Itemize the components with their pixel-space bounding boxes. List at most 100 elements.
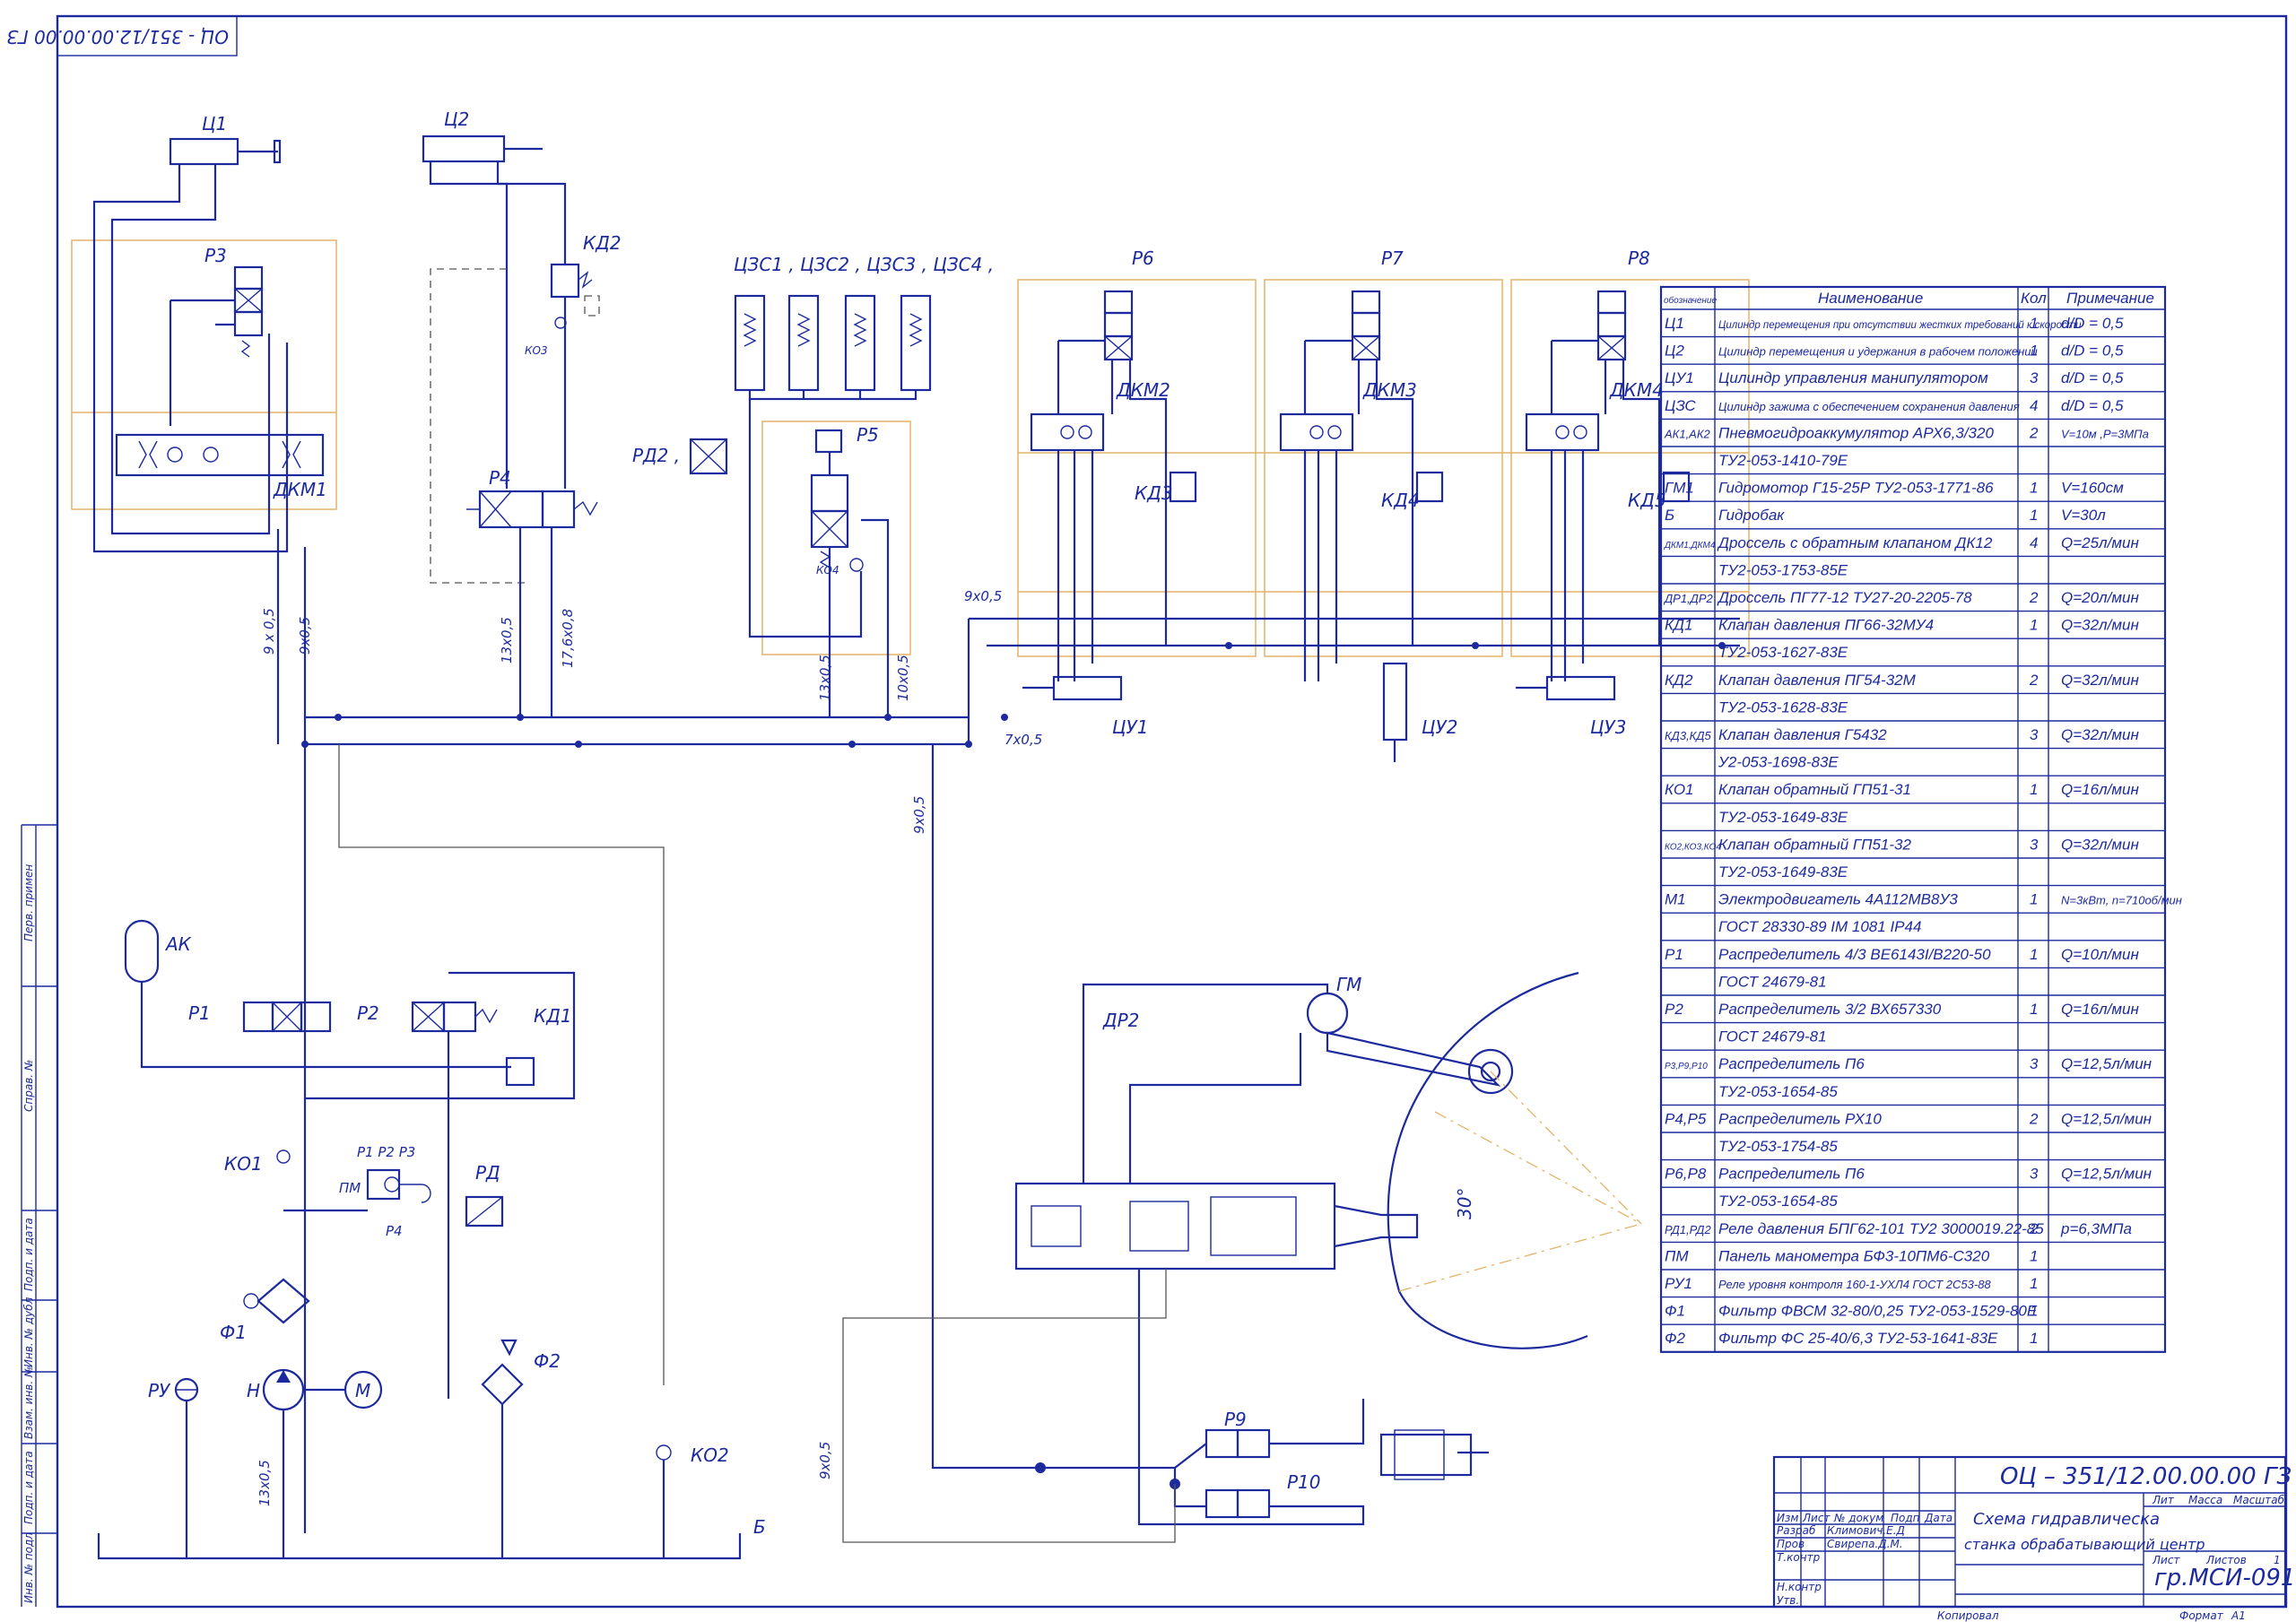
table-cell: V=30л [2061, 507, 2106, 524]
label-f1: Ф1 [220, 1322, 247, 1343]
table-cell: 1 [2030, 946, 2038, 963]
table-cell: Q=25л/мин [2061, 534, 2139, 551]
label-c1: Ц1 [202, 113, 227, 134]
filter-f2 [481, 1339, 524, 1406]
check-valve-ko1 [276, 1149, 291, 1164]
specification-table: обозначение Наименование Кол Примечание Ц1 Ци… [1659, 285, 2182, 1353]
title-razrab-name: Климович.Е.Д [1827, 1524, 1905, 1537]
table-cell: Распределитель РХ10 [1718, 1110, 1882, 1127]
table-cell: 1 [2030, 343, 2038, 360]
table-cell: АК1,АК2 [1664, 427, 1711, 440]
label-p7: Р7 [1381, 247, 1404, 269]
table-cell: ДР1,ДР2 [1663, 592, 1713, 605]
table-cell: 3 [2030, 1055, 2039, 1072]
table-cell: ЦЗС [1665, 397, 1696, 414]
side-label-0: Перв. примен [22, 864, 35, 941]
table-cell: ТУ2-053-1628-83Е [1718, 698, 1848, 716]
title-prov: Пров [1777, 1538, 1805, 1550]
cylinder-cu2 [1382, 662, 1408, 742]
table-cell: Q=16л/мин [2061, 781, 2139, 798]
table-cell: Q=10л/мин [2061, 946, 2139, 963]
table-cell: Фильтр ФВСМ 32-80/0,25 ТУ2-053-1529-80Е [1718, 1303, 2038, 1320]
table-cell: Р4,Р5 [1665, 1110, 1707, 1127]
table-cell: Ц1 [1665, 315, 1684, 332]
table-cell: РУ1 [1665, 1275, 1692, 1292]
label-m: М [355, 1380, 370, 1401]
valve-p3-solenoid [233, 265, 264, 291]
title-docno: № докум [1833, 1512, 1883, 1524]
spindle-block [1014, 1182, 1336, 1271]
title-format: Формат [2179, 1609, 2224, 1622]
table-cell: ГМ1 [1665, 480, 1694, 497]
table-cell: Ф1 [1665, 1303, 1685, 1320]
pipe-label-1: 9 x 0,5 [261, 608, 277, 655]
table-cell: d/D = 0,5 [2061, 315, 2124, 332]
side-label-1: Справ. № [22, 1060, 35, 1112]
table-cell: Q=32л/мин [2061, 836, 2139, 853]
gauge-panel-pm [366, 1168, 401, 1201]
valve-p10 [1205, 1488, 1239, 1519]
label-cu3: ЦУ3 [1590, 716, 1626, 738]
table-cell: 4 [2030, 534, 2038, 551]
table-cell: ЦУ1 [1665, 369, 1694, 386]
title-copied: Копировал [1937, 1609, 1999, 1622]
cylinder-c2 [422, 134, 506, 163]
label-dkm3: ДКМ3 [1362, 379, 1417, 401]
table-cell: Q=16л/мин [2061, 1001, 2139, 1018]
table-cell: Q=32л/мин [2061, 726, 2139, 743]
label-pm: ПМ [339, 1180, 361, 1196]
table-header: обозначение [1664, 295, 1717, 306]
table-cell: Клапан давления ПГ66-32МУ4 [1718, 617, 1934, 634]
table-cell: М1 [1665, 891, 1686, 908]
label-kd4: КД4 [1381, 490, 1420, 511]
table-cell: ДКМ1,ДКМ4 [1664, 541, 1716, 551]
table-cell: Ф2 [1665, 1330, 1686, 1347]
table-cell: Распределитель П6 [1718, 1055, 1865, 1072]
table-header: Кол [2021, 290, 2047, 307]
top-stamp: ОЦ - 351/12.00.00.00 ГЗ [7, 26, 229, 48]
pipe-label-2: 9x0,5 [297, 617, 313, 655]
table-cell: Q=12,5л/мин [2061, 1055, 2152, 1072]
table-cell: Р6,Р8 [1665, 1166, 1707, 1183]
p7-group-outline [1264, 279, 1503, 657]
side-label-2: Подп. и дата [22, 1218, 35, 1291]
title-lit: Лит [2152, 1494, 2175, 1506]
label-gm: ГМ [1336, 974, 1361, 995]
side-label-4: Взам. инв. № [22, 1366, 35, 1439]
throttle-dkm1 [115, 433, 325, 477]
tank-b [97, 1533, 742, 1560]
title-block: ОЦ – 351/12.00.00.00 ГЗ Схема гидравличе… [1772, 1455, 2295, 1622]
title-line2: станка обрабатывающий центр [1964, 1536, 2205, 1553]
table-cell: КД1 [1665, 617, 1692, 634]
table-cell: Клапан давления Г5432 [1718, 726, 1887, 743]
table-cell: 2 [2029, 1220, 2039, 1237]
valve-p8 [1596, 290, 1627, 315]
table-cell: Цилиндр зажима с обеспечением сохранения… [1718, 400, 2020, 413]
label-dkm4: ДКМ4 [1609, 379, 1664, 401]
throttle-dkm2 [1030, 412, 1105, 452]
table-cell: 2 [2029, 672, 2039, 689]
label-ko1: КО1 [224, 1153, 263, 1175]
title-group: гр.МСИ-091 [2154, 1565, 2295, 1592]
table-cell: 3 [2030, 836, 2039, 853]
table-cell: d/D = 0,5 [2061, 369, 2124, 386]
valve-kd4 [1415, 471, 1444, 503]
table-cell: 1 [2030, 617, 2038, 634]
table-cell: 1 [2030, 1275, 2038, 1292]
label-p1: Р1 [188, 1002, 211, 1024]
table-cell: Пневмогидроаккумулятор АРХ6,3/320 [1718, 424, 1994, 441]
table-cell: Цилиндр перемещения и удержания в рабоче… [1718, 345, 2038, 359]
check-valve-ko2 [656, 1444, 672, 1461]
cylinder-cu3 [1545, 675, 1616, 701]
label-p3: Р3 [204, 245, 227, 266]
label-p9: Р9 [1224, 1409, 1247, 1430]
label-czs: ЦЗС1 , ЦЗС2 , ЦЗС3 , ЦЗС4 , [734, 254, 994, 275]
pipe-label-3: 13x0,5 [499, 617, 515, 664]
pipe-label-6: 10x0,5 [895, 655, 911, 701]
table-cell: d/D = 0,5 [2061, 343, 2124, 360]
label-ak: АК [164, 933, 192, 955]
table-cell: Б [1665, 507, 1674, 524]
table-cell: 2 [2029, 589, 2039, 606]
label-dkm2: ДКМ2 [1116, 379, 1170, 401]
table-cell: ТУ2-053-1649-83Е [1718, 863, 1848, 880]
